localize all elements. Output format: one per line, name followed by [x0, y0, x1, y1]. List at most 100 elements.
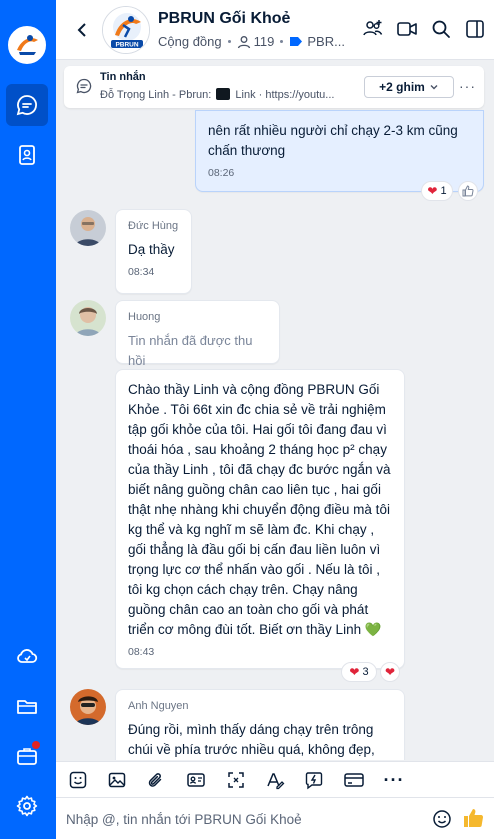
sender-name: Huong — [128, 311, 161, 323]
cloud-sync-icon — [17, 649, 38, 663]
recalled-message-text: Tin nhắn đã được thu hồi — [128, 333, 253, 368]
group-logo[interactable]: PBRUN — [102, 6, 150, 54]
header-actions — [360, 16, 488, 42]
paperclip-icon — [148, 773, 162, 787]
group-tag[interactable]: PBR... — [289, 34, 345, 49]
emoji-button[interactable] — [432, 809, 452, 834]
quick-like-button[interactable] — [462, 807, 484, 834]
toggle-info-panel-button[interactable] — [462, 16, 488, 42]
toolbox-nav-button[interactable] — [6, 735, 48, 777]
settings-nav-button[interactable] — [6, 785, 48, 827]
text-format-icon — [267, 773, 285, 790]
message-bubble[interactable]: Huong Tin nhắn đã được thu hồi — [115, 300, 280, 368]
message-bubble-mine[interactable]: nên rất nhiều người chỉ chạy 2-3 km cũng… — [195, 110, 484, 192]
pin-options-button[interactable]: ··· — [459, 78, 476, 94]
svg-text:PBRUN: PBRUN — [115, 42, 138, 49]
react-button[interactable] — [458, 181, 478, 201]
pinned-preview-prefix: Đỗ Trọng Linh - Pbrun: — [100, 89, 212, 101]
pinned-message-bar[interactable]: Tin nhắn Đỗ Trọng Linh - Pbrun: Link · h… — [64, 66, 484, 108]
sender-name: Anh Nguyen — [128, 700, 189, 712]
message-input[interactable] — [66, 806, 416, 832]
folder-icon — [17, 700, 37, 714]
heart-icon: ❤ — [349, 665, 360, 679]
react-button[interactable]: ❤ — [380, 662, 400, 682]
link-thumbnail — [216, 88, 231, 100]
thumbs-up-icon — [462, 185, 474, 197]
message-text: Dạ thầy — [128, 242, 175, 257]
group-tag-label: PBR... — [307, 34, 345, 49]
separator-dot — [227, 40, 231, 43]
chat-bubble-icon — [16, 95, 37, 116]
attach-file-button[interactable] — [144, 768, 168, 792]
message-time: 08:26 — [208, 167, 235, 179]
separator-dot — [280, 40, 284, 43]
composer-toolbar: ··· — [56, 761, 494, 797]
cloud-nav-button[interactable] — [6, 635, 48, 677]
message-text: Đúng rồi, mình thấy dáng chạy trên trông… — [128, 722, 375, 757]
video-camera-icon — [397, 22, 417, 36]
avatar[interactable] — [70, 689, 106, 725]
contact-book-icon — [19, 145, 35, 165]
thumbs-up-icon — [464, 809, 484, 827]
avatar[interactable] — [70, 210, 106, 246]
avatar[interactable] — [70, 300, 106, 336]
search-button[interactable] — [428, 16, 454, 42]
message-time: 08:34 — [128, 266, 155, 278]
user-avatar[interactable] — [8, 26, 46, 64]
chat-type-label: Cộng đồng — [158, 34, 222, 49]
screenshot-button[interactable] — [224, 768, 248, 792]
sidebar-panel-icon — [466, 20, 484, 38]
screen-capture-icon — [228, 772, 244, 788]
member-count[interactable]: 119 — [237, 34, 275, 49]
composer — [56, 797, 494, 839]
image-button[interactable] — [105, 768, 129, 792]
person-icon — [237, 35, 250, 48]
contacts-nav-button[interactable] — [6, 134, 48, 176]
app-sidebar — [0, 0, 56, 839]
chat-header: PBRUN PBRUN Gối Khoẻ Cộng đồng 119 PBR..… — [56, 0, 494, 60]
message-bubble[interactable]: Đức Hùng Dạ thầy 08:34 — [115, 209, 192, 294]
pinned-title: Tin nhắn — [100, 71, 146, 83]
add-member-button[interactable] — [360, 16, 386, 42]
message-text: nên rất nhiều người chỉ chạy 2-3 km cũng… — [208, 123, 458, 158]
video-call-button[interactable] — [394, 16, 420, 42]
more-dots-icon: ··· — [383, 770, 405, 790]
messages-nav-button[interactable] — [6, 84, 48, 126]
tag-icon — [290, 37, 303, 46]
gear-icon — [16, 795, 38, 817]
chat-title: PBRUN Gối Khoẻ — [158, 10, 291, 27]
message-bubble[interactable]: Anh Nguyen Đúng rồi, mình thấy dáng chạy… — [115, 689, 405, 760]
business-card-button[interactable] — [184, 768, 208, 792]
reaction-count: 1 — [440, 185, 447, 197]
pinned-preview: Đỗ Trọng Linh - Pbrun: Link · https://yo… — [100, 88, 354, 101]
sticker-button[interactable] — [66, 768, 90, 792]
pinned-preview-suffix: Link · https://youtu... — [235, 89, 335, 101]
more-pins-label: +2 ghim — [379, 80, 425, 94]
notification-dot — [32, 741, 40, 749]
back-button[interactable] — [70, 18, 94, 42]
smiley-icon — [433, 810, 451, 828]
text-format-button[interactable] — [263, 768, 287, 792]
payment-button[interactable] — [342, 768, 366, 792]
sender-name: Đức Hùng — [128, 220, 179, 232]
contact-card-icon — [187, 773, 205, 787]
more-pins-button[interactable]: +2 ghim — [364, 76, 454, 98]
lightning-bubble-icon — [305, 772, 323, 790]
heart-icon: ❤ — [427, 184, 438, 198]
chevron-down-icon — [430, 85, 438, 90]
reaction-summary[interactable]: ❤ 1 — [421, 181, 453, 201]
chat-subtitle: Cộng đồng 119 PBR... — [158, 34, 345, 49]
chevron-left-icon — [77, 23, 86, 37]
message-bubble-icon — [76, 78, 92, 99]
add-group-member-icon — [363, 20, 383, 36]
reaction-summary[interactable]: ❤ 3 — [341, 662, 377, 682]
more-tools-button[interactable]: ··· — [382, 768, 406, 792]
member-count-value: 119 — [253, 34, 275, 49]
files-nav-button[interactable] — [6, 685, 48, 727]
message-bubble[interactable]: Chào thầy Linh và cộng đồng PBRUN Gối Kh… — [115, 369, 405, 669]
urgent-message-button[interactable] — [302, 768, 326, 792]
image-icon — [108, 772, 126, 788]
message-list[interactable]: nên rất nhiều người chỉ chạy 2-3 km cũng… — [56, 110, 494, 760]
heart-icon: ❤ — [384, 665, 396, 679]
message-text: Chào thầy Linh và cộng đồng PBRUN Gối Kh… — [128, 382, 391, 637]
